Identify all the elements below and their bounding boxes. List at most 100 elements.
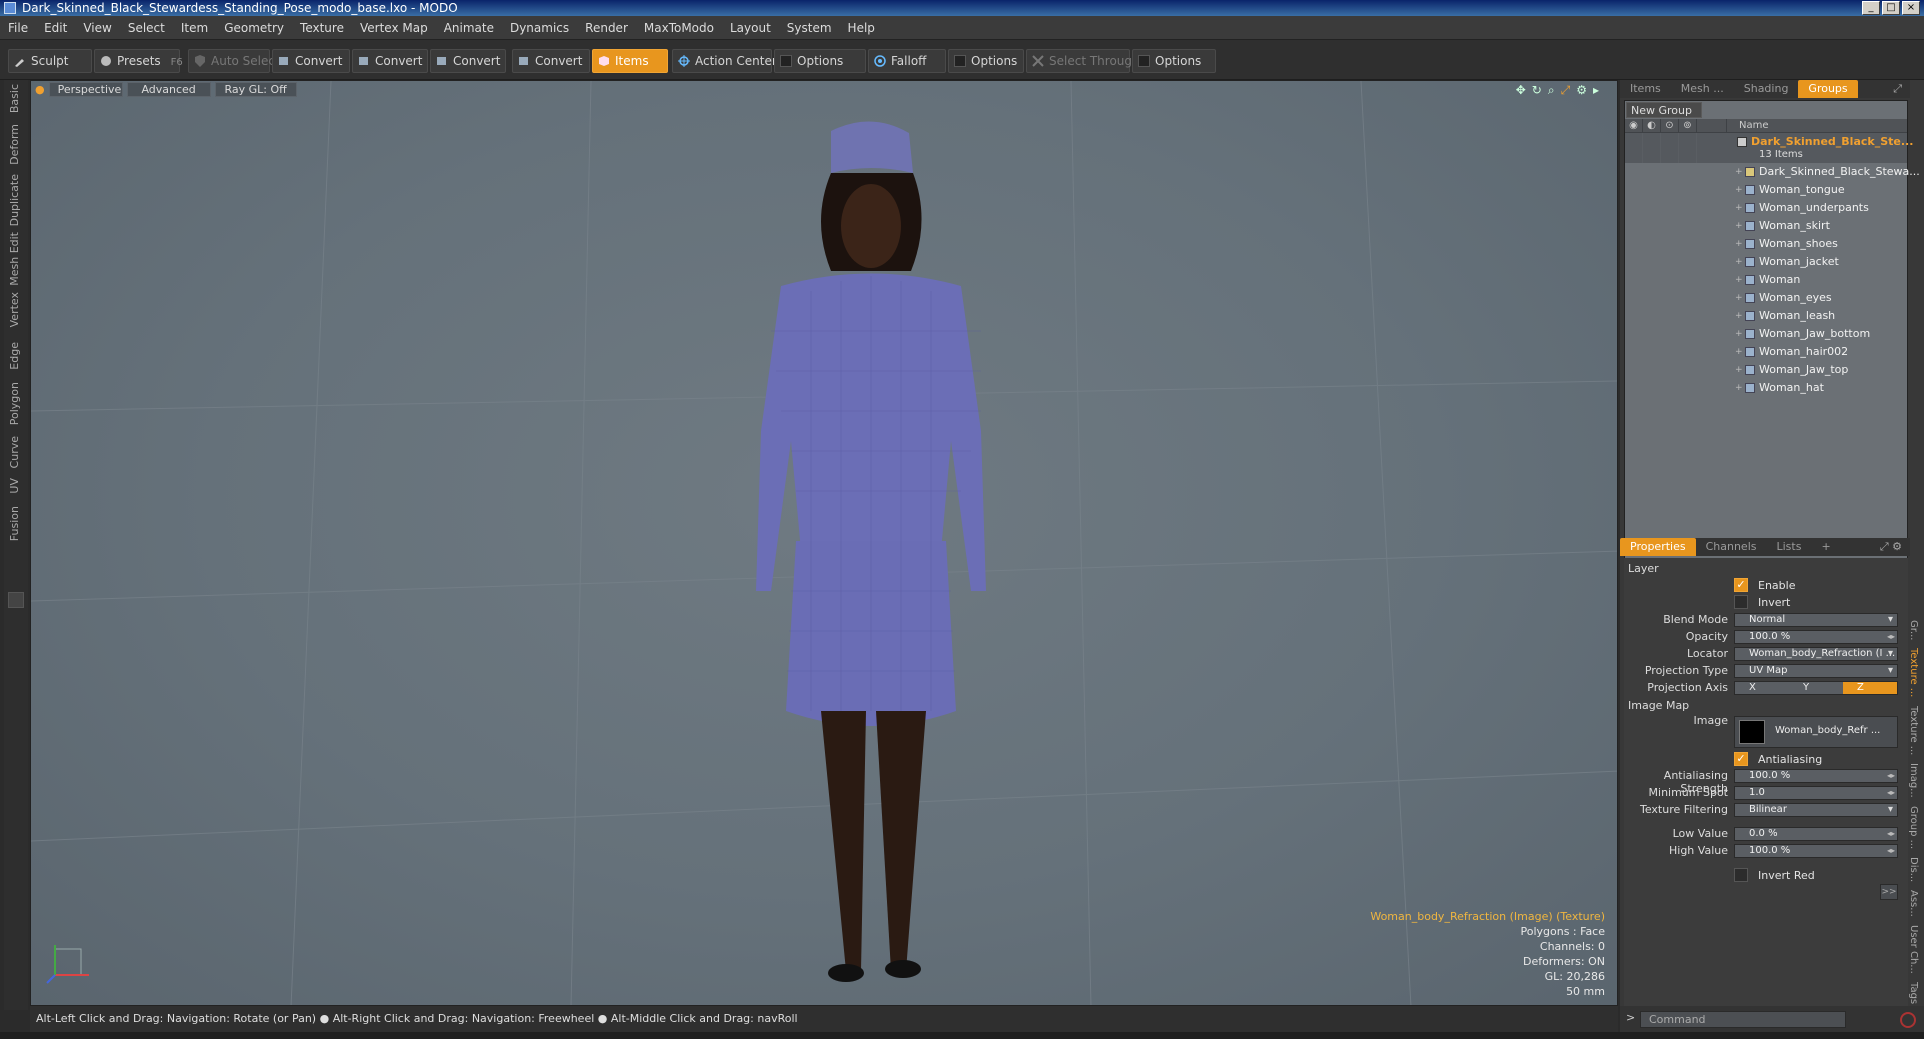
tab-basic[interactable]: Basic xyxy=(8,84,21,113)
list-item[interactable]: + Woman xyxy=(1625,271,1907,289)
panel-toggle[interactable] xyxy=(8,592,24,608)
maximize-view-icon[interactable]: ⤢ xyxy=(1561,83,1571,98)
opacity-field[interactable]: 100.0 % xyxy=(1734,630,1898,644)
vtab-texture-1[interactable]: Texture ... xyxy=(1908,648,1919,697)
vtab-tags[interactable]: Tags xyxy=(1908,982,1919,1004)
layer-section[interactable]: Layer xyxy=(1628,562,1659,575)
view-type-button[interactable]: Perspective xyxy=(48,82,123,97)
convert-button-1[interactable]: Convert xyxy=(272,49,350,73)
convert-button-2[interactable]: Convert xyxy=(352,49,428,73)
sculpt-button[interactable]: Sculpt xyxy=(8,49,92,73)
3d-viewport[interactable]: ● Perspective Advanced Ray GL: Off ✥ ↻ ⌕… xyxy=(30,80,1618,1006)
lock-col-icon[interactable]: ⊙ xyxy=(1661,119,1679,132)
projection-type-select[interactable]: UV Map xyxy=(1734,664,1898,678)
vtab-dis[interactable]: Dis... xyxy=(1908,857,1919,882)
vtab-ass[interactable]: Ass... xyxy=(1908,890,1919,917)
menu-file[interactable]: File xyxy=(8,21,28,35)
auto-select-button[interactable]: Auto Select xyxy=(188,49,280,73)
list-item[interactable]: + Woman_Jaw_bottom xyxy=(1625,325,1907,343)
record-icon[interactable] xyxy=(1900,1012,1916,1028)
invert-red-checkbox[interactable] xyxy=(1734,868,1748,882)
falloff-button[interactable]: Falloff xyxy=(868,49,946,73)
select-through-button[interactable]: Select Through xyxy=(1026,49,1140,73)
options-button-3[interactable]: Options xyxy=(1132,49,1216,73)
visibility-col-icon[interactable]: ◉ xyxy=(1625,119,1643,132)
menu-select[interactable]: Select xyxy=(128,21,165,35)
tab-lists[interactable]: Lists xyxy=(1767,538,1812,556)
list-item[interactable]: + Woman_eyes xyxy=(1625,289,1907,307)
menu-system[interactable]: System xyxy=(787,21,832,35)
vtab-user-channels[interactable]: User Ch... xyxy=(1908,925,1919,974)
list-item[interactable]: + Woman_underpants xyxy=(1625,199,1907,217)
menu-dynamics[interactable]: Dynamics xyxy=(510,21,569,35)
list-item[interactable]: + Woman_leash xyxy=(1625,307,1907,325)
raygl-button[interactable]: Ray GL: Off xyxy=(214,82,297,97)
tab-groups[interactable]: Groups xyxy=(1798,80,1858,98)
antialiasing-checkbox[interactable]: ✓ xyxy=(1734,752,1748,766)
menu-maxtomodo[interactable]: MaxToModo xyxy=(644,21,714,35)
zoom-view-icon[interactable]: ⌕ xyxy=(1548,83,1555,98)
texture-filtering-select[interactable]: Bilinear xyxy=(1734,803,1898,817)
viewport-menu-icon[interactable]: ● xyxy=(35,83,45,96)
tab-fusion[interactable]: Fusion xyxy=(8,506,21,541)
group-row[interactable]: Dark_Skinned_Black_Ste... 13 Items xyxy=(1625,133,1913,163)
move-view-icon[interactable]: ✥ xyxy=(1516,83,1526,98)
settings-icon[interactable]: ⚙ xyxy=(1576,83,1587,98)
advanced-button[interactable]: Advanced xyxy=(126,82,211,97)
list-item[interactable]: + Woman_skirt xyxy=(1625,217,1907,235)
menu-animate[interactable]: Animate xyxy=(444,21,494,35)
blend-mode-select[interactable]: Normal xyxy=(1734,613,1898,627)
expand-panel-icon[interactable]: ⤢ xyxy=(1893,82,1910,96)
convert-button-3[interactable]: Convert xyxy=(430,49,506,73)
presets-button[interactable]: Presets F6 xyxy=(94,49,183,73)
list-item[interactable]: + Woman_jacket xyxy=(1625,253,1907,271)
vtab-image[interactable]: Imag... xyxy=(1908,763,1919,798)
tab-shading[interactable]: Shading xyxy=(1734,80,1799,98)
image-map-section[interactable]: Image Map xyxy=(1628,699,1689,712)
tab-edge[interactable]: Edge xyxy=(8,342,21,370)
menu-view[interactable]: View xyxy=(83,21,111,35)
action-center-button[interactable]: Action Center xyxy=(672,49,777,73)
expand-panel-icon[interactable]: ⤢ ⚙ xyxy=(1880,540,1910,554)
options-button-1[interactable]: Options xyxy=(774,49,866,73)
list-item[interactable]: + Woman_tongue xyxy=(1625,181,1907,199)
tab-mesh[interactable]: Mesh ... xyxy=(1671,80,1734,98)
vtab-texture-2[interactable]: Texture ... xyxy=(1908,706,1919,755)
tab-uv[interactable]: UV xyxy=(8,478,21,494)
locator-select[interactable]: Woman_body_Refraction (I ... xyxy=(1734,647,1898,661)
close-button[interactable]: × xyxy=(1902,1,1920,15)
new-group-button[interactable]: New Group xyxy=(1626,102,1702,118)
tab-curve[interactable]: Curve xyxy=(8,436,21,468)
list-item[interactable]: + Dark_Skinned_Black_Stewa... xyxy=(1625,163,1920,181)
vtab-gr[interactable]: Gr... xyxy=(1908,620,1919,640)
enable-checkbox[interactable]: ✓ xyxy=(1734,578,1748,592)
render-col-icon[interactable]: ◐ xyxy=(1643,119,1661,132)
menu-help[interactable]: Help xyxy=(848,21,875,35)
menu-geometry[interactable]: Geometry xyxy=(224,21,284,35)
expand-arrow-icon[interactable]: ▸ xyxy=(1593,83,1599,98)
tab-mesh-edit[interactable]: Mesh Edit xyxy=(8,232,21,286)
items-mode-button[interactable]: Items xyxy=(592,49,668,73)
axis-y-button[interactable]: Y xyxy=(1789,682,1843,694)
list-item[interactable]: + Woman_Jaw_top xyxy=(1625,361,1907,379)
tab-properties[interactable]: Properties xyxy=(1620,538,1696,556)
high-value-field[interactable]: 100.0 % xyxy=(1734,844,1898,858)
list-item[interactable]: + Woman_hat xyxy=(1625,379,1907,397)
menu-layout[interactable]: Layout xyxy=(730,21,771,35)
low-value-field[interactable]: 0.0 % xyxy=(1734,827,1898,841)
options-button-2[interactable]: Options xyxy=(948,49,1024,73)
add-tab-button[interactable]: + xyxy=(1811,538,1840,556)
menu-edit[interactable]: Edit xyxy=(44,21,67,35)
name-column-header[interactable]: Name xyxy=(1727,119,1769,132)
aa-strength-field[interactable]: 100.0 % xyxy=(1734,769,1898,783)
image-select[interactable]: Woman_body_Refr ... xyxy=(1734,716,1898,748)
select-col-icon[interactable]: ⊚ xyxy=(1679,119,1697,132)
tab-channels[interactable]: Channels xyxy=(1696,538,1767,556)
command-input[interactable]: Command xyxy=(1640,1011,1846,1028)
rotate-view-icon[interactable]: ↻ xyxy=(1532,83,1542,98)
list-item[interactable]: + Woman_hair002 xyxy=(1625,343,1907,361)
convert-button-4[interactable]: Convert xyxy=(512,49,590,73)
tab-items[interactable]: Items xyxy=(1620,80,1671,98)
maximize-button[interactable]: □ xyxy=(1882,1,1900,15)
invert-checkbox[interactable] xyxy=(1734,595,1748,609)
